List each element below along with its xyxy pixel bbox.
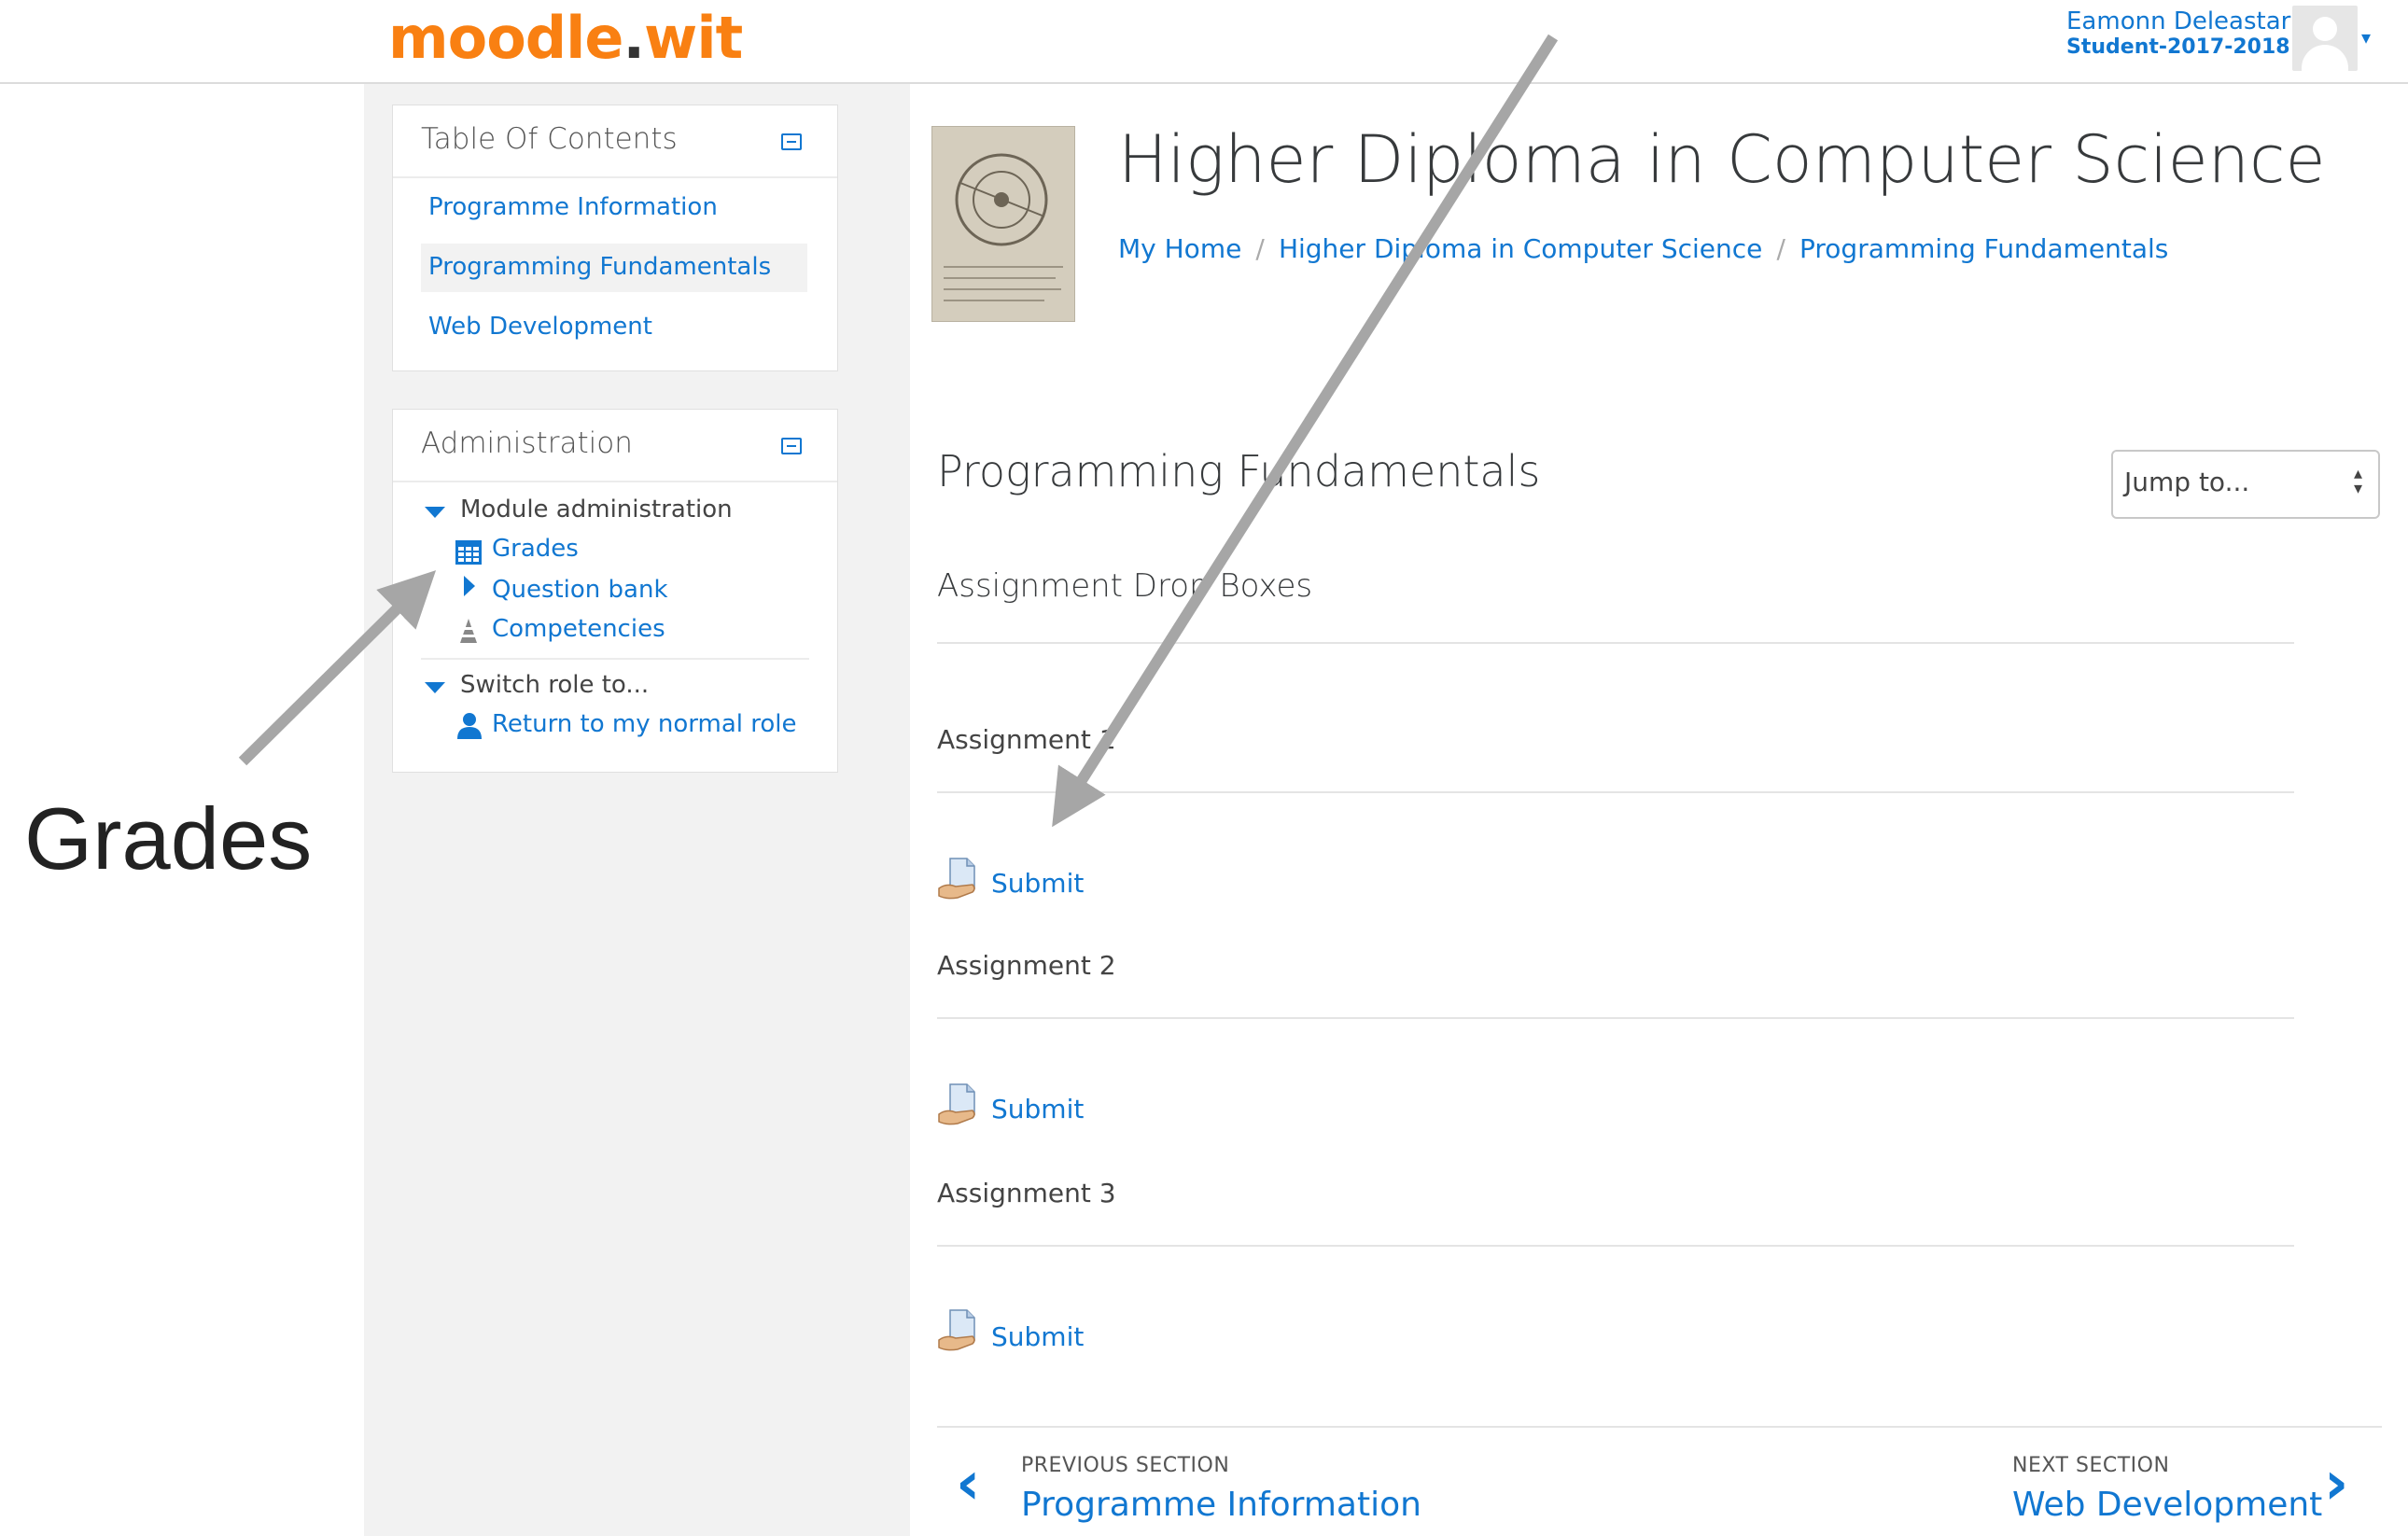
- assignment-submit-icon: [938, 858, 975, 900]
- divider: [937, 791, 2294, 793]
- sidebar-gutter: [873, 84, 910, 1536]
- course-image: [931, 126, 1075, 322]
- administration-block: Administration Module administration Gra…: [392, 409, 838, 773]
- toc-block: Table Of Contents Programme Information …: [392, 105, 838, 371]
- submit-link[interactable]: Submit: [991, 1094, 1084, 1124]
- competencies-icon: [456, 619, 481, 643]
- previous-section-label: PREVIOUS SECTION: [1021, 1454, 1230, 1477]
- navbar: [0, 0, 2408, 84]
- divider: [937, 1017, 2294, 1019]
- assignment-submit-icon: [938, 1083, 975, 1125]
- collapse-toc-icon[interactable]: [781, 133, 802, 150]
- assignment-label[interactable]: Assignment 2: [937, 950, 1116, 981]
- course-title: Higher Diploma in Computer Science: [1118, 121, 2326, 198]
- assignment-submit-icon: [938, 1309, 975, 1351]
- breadcrumb-separator: /: [1255, 233, 1265, 264]
- divider: [937, 1245, 2294, 1247]
- user-name[interactable]: Eamonn Deleastar: [2066, 7, 2290, 35]
- course-sketch-image: [932, 127, 1074, 321]
- question-bank-link[interactable]: Question bank: [492, 576, 668, 604]
- user-icon: [457, 713, 482, 739]
- breadcrumb-my-home[interactable]: My Home: [1118, 233, 1241, 264]
- admin-title: Administration: [421, 426, 633, 460]
- logo-text-suffix: wit: [644, 4, 743, 72]
- select-arrows-icon: ▴ ▾: [2354, 464, 2363, 498]
- next-section-label: NEXT SECTION: [2012, 1454, 2170, 1477]
- divider: [937, 1426, 2382, 1428]
- logo-dot: .: [623, 4, 645, 72]
- assignment-label[interactable]: Assignment 3: [937, 1178, 1116, 1208]
- breadcrumb: My Home / Higher Diploma in Computer Sci…: [1118, 233, 2168, 264]
- breadcrumb-separator: /: [1776, 233, 1785, 264]
- logo-text-main: moodle: [388, 4, 623, 72]
- user-role[interactable]: Student-2017-2018: [2066, 35, 2290, 59]
- breadcrumb-course[interactable]: Higher Diploma in Computer Science: [1279, 233, 1762, 264]
- section-title: Programming Fundamentals: [937, 446, 1541, 496]
- previous-section-link[interactable]: Programme Information: [1021, 1486, 1421, 1524]
- site-logo[interactable]: moodle.wit: [388, 4, 743, 72]
- expanded-caret-icon[interactable]: [425, 507, 445, 518]
- toc-item-web-development[interactable]: Web Development: [428, 313, 652, 341]
- chevron-left-icon[interactable]: ‹: [956, 1454, 980, 1514]
- competencies-link[interactable]: Competencies: [492, 615, 665, 643]
- grades-link[interactable]: Grades: [492, 535, 579, 563]
- collapse-admin-icon[interactable]: [781, 438, 802, 454]
- toc-title: Table Of Contents: [421, 122, 678, 156]
- breadcrumb-section[interactable]: Programming Fundamentals: [1799, 233, 2168, 264]
- admin-divider: [393, 481, 837, 482]
- annotation-label: Grades: [24, 789, 313, 887]
- subsection-heading: Assignment Drop Boxes: [937, 567, 1313, 605]
- collapsed-caret-icon[interactable]: [464, 576, 475, 596]
- switch-role[interactable]: Switch role to...: [460, 671, 649, 699]
- toc-item-programming-fundamentals[interactable]: Programming Fundamentals: [428, 253, 771, 281]
- submit-link[interactable]: Submit: [991, 1321, 1084, 1352]
- toc-item-programme-information[interactable]: Programme Information: [428, 193, 718, 221]
- admin-inner-divider: [421, 658, 809, 660]
- return-normal-role-link[interactable]: Return to my normal role: [492, 710, 797, 738]
- grades-table-icon: [455, 540, 482, 565]
- divider: [937, 642, 2294, 644]
- submit-link[interactable]: Submit: [991, 868, 1084, 899]
- jump-to-value: Jump to...: [2124, 467, 2250, 497]
- module-administration[interactable]: Module administration: [460, 496, 733, 524]
- chevron-right-icon[interactable]: ›: [2324, 1454, 2348, 1514]
- avatar[interactable]: [2292, 6, 2358, 71]
- switch-role-caret-icon[interactable]: [425, 682, 445, 693]
- assignment-label[interactable]: Assignment 1: [937, 724, 1116, 755]
- next-section-link[interactable]: Web Development: [2012, 1486, 2322, 1524]
- toc-divider: [393, 176, 837, 178]
- user-menu-caret-icon[interactable]: ▾: [2361, 26, 2371, 49]
